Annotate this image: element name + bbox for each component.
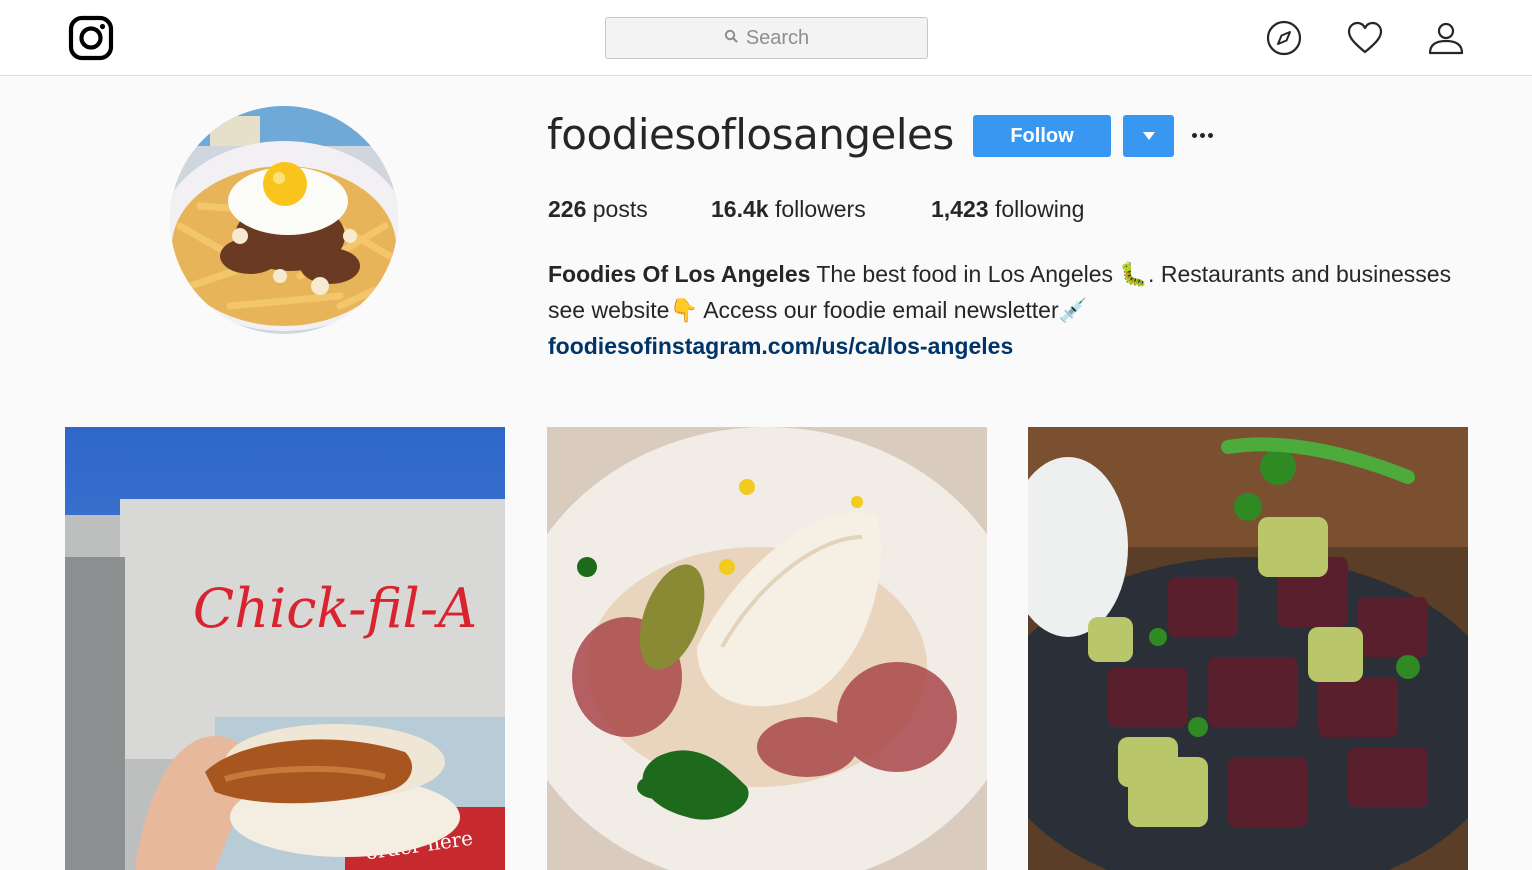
dropdown-arrow-icon — [1142, 132, 1155, 140]
more-options-icon[interactable] — [1188, 118, 1216, 152]
post-image-poke-bowl — [1028, 427, 1468, 870]
bio-text-1: The best food in Los Angeles 🐛. Restaura… — [810, 261, 1452, 287]
top-navbar: Search — [0, 0, 1532, 76]
post-thumbnail[interactable] — [1028, 427, 1468, 870]
post-thumbnail[interactable]: Chick-fil-A order here — [65, 427, 505, 870]
bio-line-1: Foodies Of Los Angeles The best food in … — [548, 256, 1468, 292]
profile-bio: Foodies Of Los Angeles The best food in … — [548, 256, 1468, 364]
posts-label: posts — [592, 196, 648, 222]
following-count: 1,423 — [931, 196, 989, 222]
sign-text: Chick-fil-A — [193, 577, 477, 640]
suggested-dropdown-button[interactable] — [1123, 115, 1174, 157]
follow-button[interactable]: Follow — [973, 115, 1111, 157]
search-icon — [724, 29, 738, 48]
post-image-chick-fil-a: Chick-fil-A order here — [65, 427, 505, 870]
bio-full-name: Foodies Of Los Angeles — [548, 261, 811, 287]
bio-text-2: see website👇 Access our foodie email new… — [548, 297, 1088, 323]
following-label: following — [994, 196, 1085, 222]
bio-website-link[interactable]: foodiesofinstagram.com/us/ca/los-angeles — [548, 333, 1013, 359]
profile-username: foodiesoflosangeles — [547, 110, 954, 159]
stat-followers[interactable]: 16.4k followers — [711, 196, 866, 223]
stat-posts: 226 posts — [548, 196, 648, 223]
profile-avatar[interactable] — [170, 106, 398, 334]
posts-count: 226 — [548, 196, 587, 222]
search-placeholder: Search — [745, 26, 810, 49]
stat-following[interactable]: 1,423 following — [931, 196, 1084, 223]
instagram-logo-icon[interactable] — [68, 15, 114, 61]
heart-icon[interactable] — [1346, 19, 1384, 57]
post-image-fish-dish — [547, 427, 987, 870]
followers-count: 16.4k — [711, 196, 769, 222]
profile-user-icon[interactable] — [1427, 19, 1465, 57]
search-input[interactable]: Search — [605, 17, 928, 59]
explore-compass-icon[interactable] — [1265, 19, 1303, 57]
post-thumbnail[interactable] — [547, 427, 987, 870]
followers-label: followers — [774, 196, 866, 222]
